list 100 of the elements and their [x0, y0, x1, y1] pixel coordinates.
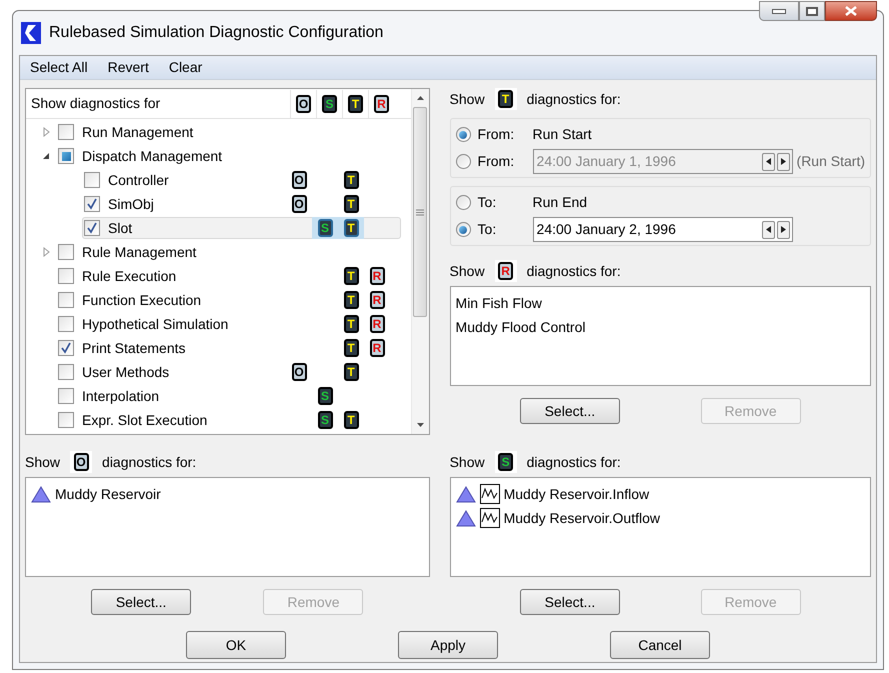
expand-arrow-icon[interactable]	[42, 247, 50, 257]
tree-item-label[interactable]: Dispatch Management	[82, 146, 222, 166]
checkbox[interactable]	[58, 244, 74, 260]
checkbox[interactable]	[58, 268, 74, 284]
tree-item-label[interactable]: Run Management	[82, 122, 194, 142]
left-triangle-icon	[766, 158, 771, 165]
triangle-object-icon	[456, 509, 476, 527]
maximize-button[interactable]	[799, 1, 825, 21]
diagnostic-badge: R	[374, 94, 389, 112]
diagnostic-badge: O	[74, 453, 89, 471]
tree-item-label[interactable]: Hypothetical Simulation	[82, 314, 228, 334]
diagnostic-badge: R	[498, 262, 514, 280]
tree-item-label[interactable]: Slot	[108, 218, 132, 238]
right-triangle-icon	[780, 158, 786, 165]
checkbox[interactable]	[84, 172, 100, 188]
radio-label[interactable]: To:	[478, 219, 533, 240]
radio-label[interactable]: From:	[478, 124, 533, 145]
show-label: Show	[25, 452, 60, 472]
checkbox[interactable]	[58, 148, 74, 164]
tree-item-label[interactable]: Controller	[108, 170, 169, 190]
collapse-arrow-icon[interactable]	[42, 152, 50, 160]
left-arrow-button[interactable]	[762, 220, 775, 238]
show-label: Show	[450, 452, 485, 472]
left-triangle-icon	[766, 226, 771, 233]
diagnostic-badge: T	[344, 291, 358, 309]
tree-item-label[interactable]: Function Execution	[82, 290, 202, 310]
tree-item-label[interactable]: SimObj	[108, 194, 154, 214]
radio-label[interactable]: To:	[478, 192, 533, 213]
dialog-button[interactable]: Cancel	[610, 631, 710, 659]
dialog-button[interactable]: OK	[186, 631, 286, 659]
scrollbar-thumb[interactable]	[413, 107, 428, 317]
diagnostic-badge: R	[370, 315, 384, 333]
diagnostic-badge: S	[318, 411, 332, 429]
diagnostic-badge: T	[348, 94, 363, 112]
dialog-button[interactable]: Apply	[398, 631, 498, 659]
diagnostic-badge: T	[344, 363, 358, 381]
time-value: Run End	[532, 193, 588, 212]
button[interactable]: Select...	[520, 589, 620, 615]
radio-button[interactable]	[456, 195, 471, 210]
app-logo-icon	[21, 22, 41, 44]
diagnostic-badge: R	[370, 267, 384, 285]
diagnostic-badge: S	[498, 453, 514, 471]
diagnostic-badge: S	[318, 387, 332, 405]
checkbox[interactable]	[58, 412, 74, 428]
tree-header: Show diagnostics for	[30, 94, 162, 113]
list-item[interactable]: Muddy Reservoir.Inflow	[504, 484, 650, 504]
diagnostic-badge: T	[344, 171, 358, 189]
menu-item[interactable]: Revert	[108, 57, 149, 78]
list-item[interactable]: Muddy Flood Control	[456, 316, 586, 338]
radio-button[interactable]	[456, 222, 471, 237]
radio-button[interactable]	[456, 127, 471, 142]
tree-item-label[interactable]: Rule Management	[82, 242, 196, 262]
menu-item[interactable]: Clear	[168, 57, 202, 78]
minimize-button[interactable]	[759, 1, 799, 21]
list-item[interactable]: Muddy Reservoir.Outflow	[504, 508, 660, 528]
triangle-object-icon	[31, 485, 51, 503]
triangle-object-icon	[456, 485, 476, 503]
diagnostics-for-label: diagnostics for:	[526, 452, 621, 472]
wave-slot-icon	[480, 508, 500, 528]
diagnostics-for-label: diagnostics for:	[102, 452, 196, 472]
diagnostics-for-label: diagnostics for:	[526, 90, 621, 109]
list-item[interactable]: Min Fish Flow	[456, 292, 542, 314]
button[interactable]: Select...	[91, 589, 192, 615]
checkbox[interactable]	[58, 364, 74, 380]
diagnostic-badge: T	[344, 219, 358, 237]
checkbox[interactable]	[58, 388, 74, 404]
diagnostic-badge: S	[322, 94, 337, 112]
diagnostic-badge: T	[344, 267, 358, 285]
diagnostic-badge: O	[292, 195, 306, 213]
diagnostic-badge: S	[318, 219, 332, 237]
right-triangle-icon	[780, 226, 786, 233]
tree-item-label[interactable]: Interpolation	[82, 386, 160, 406]
tree-item-label[interactable]: User Methods	[82, 362, 170, 382]
checkbox[interactable]	[58, 340, 74, 356]
checkbox[interactable]	[84, 220, 100, 236]
date-field[interactable]: 24:00 January 2, 1996	[532, 217, 793, 242]
wave-slot-icon	[480, 484, 500, 504]
window-title: Rulebased Simulation Diagnostic Configuration	[49, 23, 384, 43]
button[interactable]: Select...	[520, 398, 620, 424]
diagnostics-for-label: diagnostics for:	[526, 262, 621, 281]
show-label: Show	[450, 90, 485, 108]
show-label: Show	[450, 262, 485, 280]
tree-item-label[interactable]: Print Statements	[82, 338, 186, 358]
vertical-scrollbar[interactable]	[410, 89, 429, 434]
checkbox[interactable]	[84, 196, 100, 212]
checkbox[interactable]	[58, 124, 74, 140]
close-button[interactable]	[825, 1, 877, 21]
list-item[interactable]: Muddy Reservoir	[55, 484, 161, 504]
menu-item[interactable]: Select All	[30, 57, 88, 78]
tree-item-label[interactable]: Expr. Slot Execution	[82, 410, 208, 430]
tree-item-label[interactable]: Rule Execution	[82, 266, 176, 286]
close-icon	[845, 6, 857, 16]
diagnostic-badge: T	[344, 339, 358, 357]
right-arrow-button[interactable]	[776, 220, 790, 238]
checkbox[interactable]	[58, 292, 74, 308]
diagnostic-badge: O	[292, 171, 306, 189]
date-note: (Run Start)	[796, 152, 865, 171]
diagnostic-badge: R	[370, 291, 384, 309]
checkbox[interactable]	[58, 316, 74, 332]
expand-arrow-icon[interactable]	[42, 127, 50, 137]
